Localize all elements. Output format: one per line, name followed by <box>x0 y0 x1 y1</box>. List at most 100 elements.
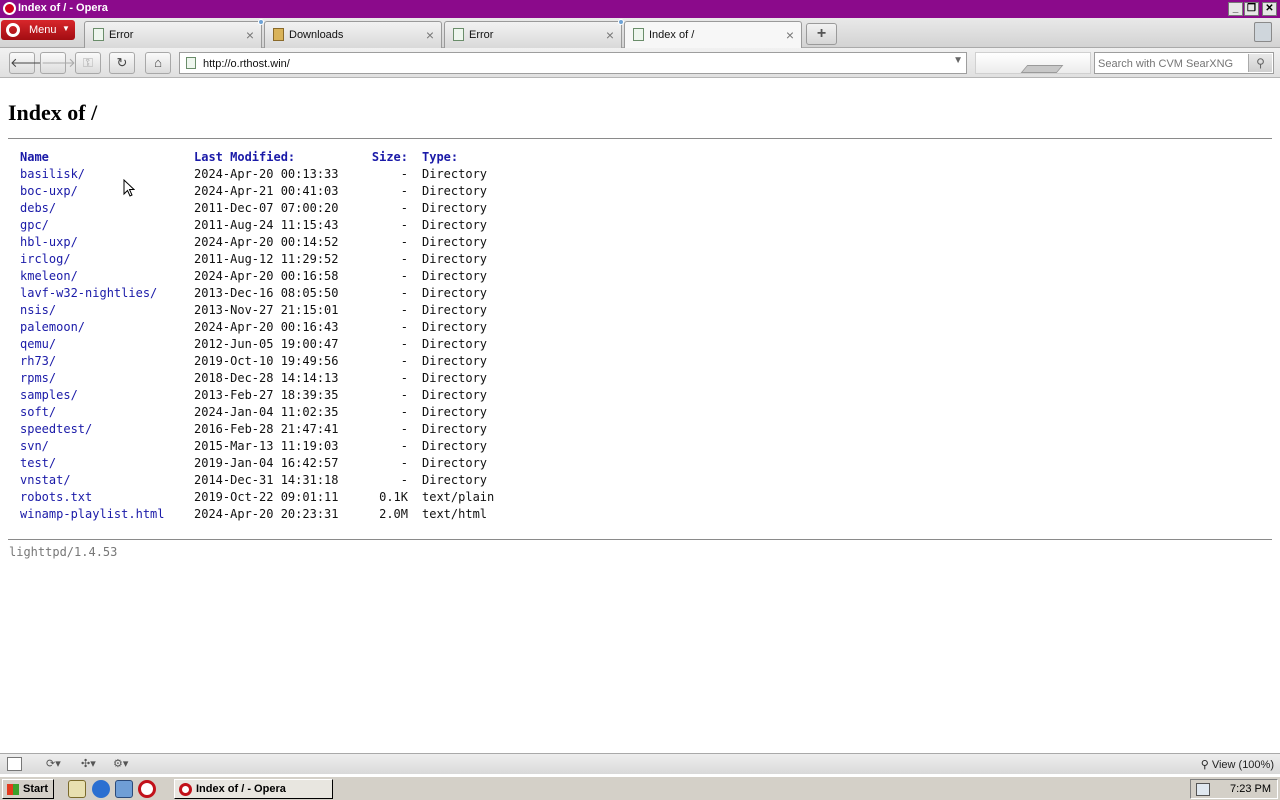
search-input[interactable] <box>1098 56 1246 71</box>
entry-name-link[interactable]: gpc/ <box>20 217 49 234</box>
entry-name-link[interactable]: palemoon/ <box>20 319 85 336</box>
menu-label: Menu <box>29 24 57 36</box>
chevron-down-icon[interactable]: ▼ <box>953 55 963 66</box>
zoom-icon: ⚲ <box>1200 759 1212 771</box>
server-signature: lighttpd/1.4.53 <box>9 545 118 559</box>
tab-close-icon[interactable]: × <box>606 27 614 43</box>
entry-name-link[interactable]: debs/ <box>20 200 56 217</box>
turbo-icon[interactable]: ✣▾ <box>81 757 96 771</box>
entry-name-link[interactable]: speedtest/ <box>20 421 92 438</box>
entry-modified: 2024-Apr-20 20:23:31 <box>194 507 339 521</box>
entry-type: Directory <box>422 235 488 249</box>
tab-close-icon[interactable]: × <box>786 27 794 43</box>
page-title: Index of / <box>8 100 98 125</box>
system-tray: 7:23 PM <box>1190 779 1278 799</box>
internet-explorer-icon[interactable] <box>92 780 110 798</box>
start-button[interactable]: Start <box>2 779 54 799</box>
panel-toggle-icon[interactable] <box>7 757 22 771</box>
entry-name-link[interactable]: test/ <box>20 455 56 472</box>
home-button[interactable]: ⌂ <box>145 52 171 74</box>
notepad-icon[interactable] <box>68 780 86 798</box>
zoom-level[interactable]: ⚲ View (100%) <box>1201 758 1274 771</box>
entry-name-link[interactable]: hbl-uxp/ <box>20 234 78 251</box>
clock: 7:23 PM <box>1230 783 1271 795</box>
tray-network-icon[interactable] <box>1196 783 1210 796</box>
trash-icon[interactable] <box>1254 22 1272 42</box>
start-label: Start <box>23 783 49 795</box>
page-content: Index of / Name Last Modified: Size: Typ… <box>0 79 1280 753</box>
sync-icon[interactable]: ⟳▾ <box>46 757 61 771</box>
close-window-button[interactable]: ✕ <box>1262 2 1277 16</box>
column-modified[interactable]: Last Modified: <box>194 149 295 166</box>
tab-downloads[interactable]: Downloads × <box>264 21 442 48</box>
entry-name-link[interactable]: samples/ <box>20 387 78 404</box>
opera-logo-icon <box>3 2 16 15</box>
tab-label: Error <box>469 29 494 41</box>
tab-label: Error <box>109 29 134 41</box>
column-name[interactable]: Name <box>20 149 49 166</box>
entry-name-link[interactable]: rh73/ <box>20 353 56 370</box>
key-icon[interactable]: ⚿ <box>75 52 101 74</box>
page-icon <box>186 57 196 69</box>
entry-name-link[interactable]: rpms/ <box>20 370 56 387</box>
entry-name-link[interactable]: soft/ <box>20 404 56 421</box>
entry-size: - <box>400 167 408 181</box>
entry-name-link[interactable]: kmeleon/ <box>20 268 78 285</box>
entry-name-link[interactable]: irclog/ <box>20 251 71 268</box>
entry-size: - <box>400 371 408 385</box>
restore-button[interactable]: ❐ <box>1244 2 1259 16</box>
entry-type: Directory <box>422 303 488 317</box>
new-tab-button[interactable]: + <box>806 23 837 45</box>
search-box[interactable]: ⚲ <box>1094 52 1274 74</box>
entry-name-link[interactable]: winamp-playlist.html <box>20 506 165 523</box>
taskbar-item-opera[interactable]: Index of / - Opera <box>174 779 333 799</box>
tab-index[interactable]: Index of / × <box>624 21 802 49</box>
column-size[interactable]: Size: <box>368 149 408 166</box>
column-type[interactable]: Type: <box>422 149 458 166</box>
back-button[interactable]: 🡐 <box>9 52 45 74</box>
entry-type: Directory <box>422 269 488 283</box>
entry-type: Directory <box>422 456 488 470</box>
entry-name-link[interactable]: vnstat/ <box>20 472 71 489</box>
tab-close-icon[interactable]: × <box>246 27 254 43</box>
entry-name-link[interactable]: svn/ <box>20 438 49 455</box>
reload-button[interactable]: ↻ <box>109 52 135 74</box>
search-icon[interactable]: ⚲ <box>1248 54 1272 72</box>
entry-name-link[interactable]: nsis/ <box>20 302 56 319</box>
entry-name-link[interactable]: basilisk/ <box>20 166 85 183</box>
forward-button[interactable]: 🡒 <box>40 52 76 74</box>
entry-size: - <box>400 439 408 453</box>
entry-type: Directory <box>422 286 488 300</box>
entry-name-link[interactable]: qemu/ <box>20 336 56 353</box>
entry-modified: 2024-Apr-21 00:41:03 <box>194 184 339 198</box>
url-input[interactable] <box>203 56 943 71</box>
opera-icon[interactable] <box>138 780 156 798</box>
entry-modified: 2024-Jan-04 11:02:35 <box>194 405 339 419</box>
entry-modified: 2016-Feb-28 21:47:41 <box>194 422 339 436</box>
tab-error-2[interactable]: Error × <box>444 19 624 48</box>
entry-type: Directory <box>422 218 488 232</box>
entry-modified: 2011-Aug-24 11:15:43 <box>194 218 339 232</box>
windows-logo-icon <box>7 784 19 795</box>
speed-dial-area <box>975 52 1091 74</box>
opera-menu-button[interactable]: Menu ▼ <box>1 20 75 40</box>
entry-name-link[interactable]: lavf-w32-nightlies/ <box>20 285 157 302</box>
settings-icon[interactable]: ⚙▾ <box>113 757 128 771</box>
window-title: Index of / - Opera <box>18 2 108 14</box>
minimize-button[interactable]: _ <box>1228 2 1243 16</box>
entry-type: Directory <box>422 337 488 351</box>
entry-type: Directory <box>422 320 488 334</box>
entry-type: text/html <box>422 507 488 521</box>
chevron-down-icon: ▼ <box>62 24 70 33</box>
entry-modified: 2018-Dec-28 14:14:13 <box>194 371 339 385</box>
entry-modified: 2013-Feb-27 18:39:35 <box>194 388 339 402</box>
address-bar[interactable]: ▼ <box>179 52 967 74</box>
entry-name-link[interactable]: robots.txt <box>20 489 92 506</box>
tab-label: Index of / <box>649 29 695 41</box>
taskbar-item-label: Index of / - Opera <box>196 783 286 795</box>
entry-name-link[interactable]: boc-uxp/ <box>20 183 78 200</box>
tab-error-1[interactable]: Error × <box>84 19 264 48</box>
tab-close-icon[interactable]: × <box>426 27 434 43</box>
entry-size: - <box>400 184 408 198</box>
network-icon[interactable] <box>115 780 133 798</box>
